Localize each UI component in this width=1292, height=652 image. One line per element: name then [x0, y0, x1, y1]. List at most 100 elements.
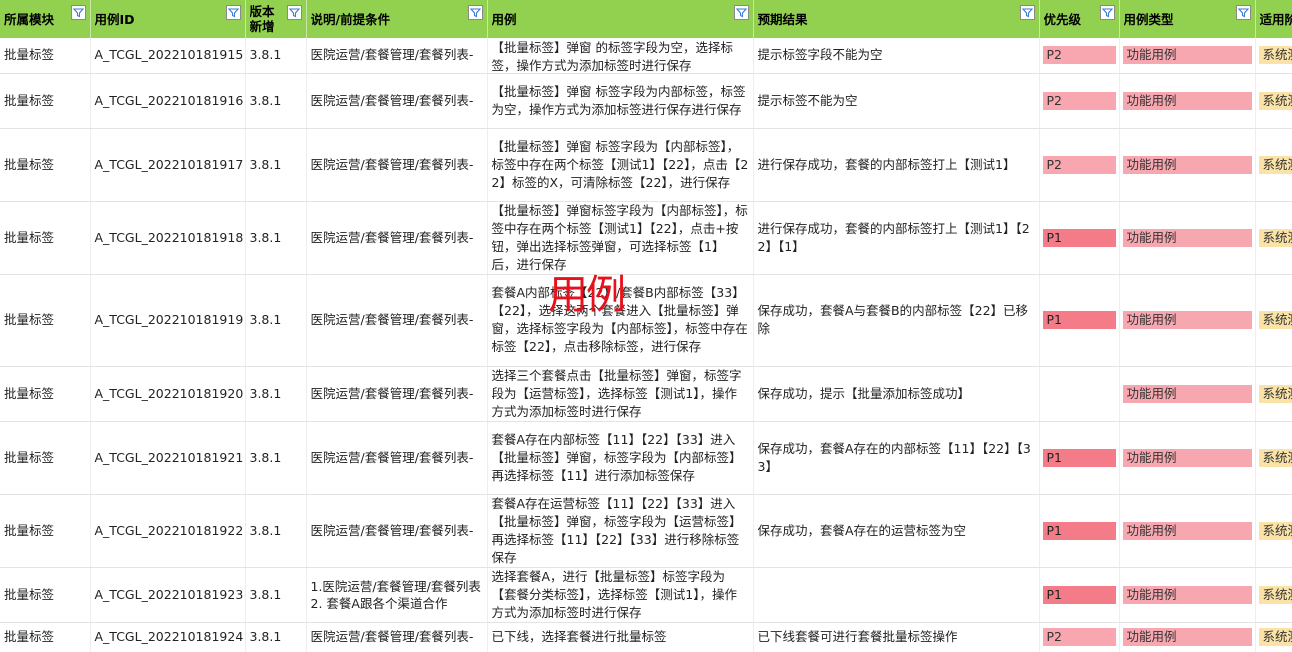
cell-case[interactable]: 套餐A存在运营标签【11】【22】【33】进入【批量标签】弹窗，标签字段为【运营… [487, 494, 754, 568]
cell-priority[interactable]: P1 [1039, 494, 1120, 568]
cell-module[interactable]: 批量标签 [0, 73, 91, 129]
cell-priority[interactable]: P1 [1039, 201, 1120, 275]
cell-type[interactable]: 功能用例 [1119, 128, 1256, 202]
table-row[interactable]: 批量标签 A_TCGL_202210181921 3.8.1 医院运营/套餐管理/套餐… [0, 421, 1292, 495]
cell-expected[interactable]: 提示标签不能为空 [753, 73, 1040, 129]
cell-case-id[interactable]: A_TCGL_202210181919 [90, 274, 246, 367]
cell-case-id[interactable]: A_TCGL_202210181920 [90, 366, 246, 422]
cell-expected[interactable]: 保存成功，提示【批量添加标签成功】 [753, 366, 1040, 422]
cell-type[interactable]: 功能用例 [1119, 274, 1256, 367]
filter-icon[interactable] [467, 5, 483, 20]
cell-precondition[interactable]: 医院运营/套餐管理/套餐列表- [306, 622, 488, 652]
cell-version[interactable]: 3.8.1 [245, 38, 307, 74]
cell-precondition[interactable]: 医院运营/套餐管理/套餐列表- [306, 38, 488, 74]
cell-version[interactable]: 3.8.1 [245, 622, 307, 652]
cell-priority[interactable]: P1 [1039, 421, 1120, 495]
table-row[interactable]: 批量标签 A_TCGL_202210181920 3.8.1 医院运营/套餐管理/套餐… [0, 366, 1292, 422]
cell-version[interactable]: 3.8.1 [245, 567, 307, 623]
cell-type[interactable]: 功能用例 [1119, 494, 1256, 568]
cell-stage[interactable]: 系统测试 [1255, 201, 1292, 275]
filter-icon[interactable] [1235, 5, 1251, 20]
cell-module[interactable]: 批量标签 [0, 421, 91, 495]
cell-version[interactable]: 3.8.1 [245, 201, 307, 275]
table-row[interactable]: 批量标签 A_TCGL_202210181915 3.8.1 医院运营/套餐管理/套餐… [0, 38, 1292, 74]
cell-module[interactable]: 批量标签 [0, 622, 91, 652]
cell-precondition[interactable]: 医院运营/套餐管理/套餐列表- [306, 366, 488, 422]
table-row[interactable]: 批量标签 A_TCGL_202210181918 3.8.1 医院运营/套餐管理/套餐… [0, 201, 1292, 275]
cell-version[interactable]: 3.8.1 [245, 366, 307, 422]
table-row[interactable]: 批量标签 A_TCGL_202210181919 3.8.1 医院运营/套餐管理/套餐… [0, 274, 1292, 367]
cell-version[interactable]: 3.8.1 [245, 128, 307, 202]
cell-priority[interactable]: P2 [1039, 73, 1120, 129]
cell-expected[interactable]: 已下线套餐可进行套餐批量标签操作 [753, 622, 1040, 652]
filter-icon[interactable] [1019, 5, 1035, 20]
cell-priority[interactable]: P2 [1039, 128, 1120, 202]
cell-stage[interactable]: 系统测试 [1255, 622, 1292, 652]
cell-type[interactable]: 功能用例 [1119, 622, 1256, 652]
cell-precondition[interactable]: 医院运营/套餐管理/套餐列表- [306, 73, 488, 129]
cell-case-id[interactable]: A_TCGL_202210181924 [90, 622, 246, 652]
cell-priority[interactable]: P1 [1039, 567, 1120, 623]
cell-case[interactable]: 套餐A存在内部标签【11】【22】【33】进入【批量标签】弹窗，标签字段为【内部… [487, 421, 754, 495]
cell-case-id[interactable]: A_TCGL_202210181916 [90, 73, 246, 129]
cell-case[interactable]: 选择三个套餐点击【批量标签】弹窗，标签字段为【运营标签】，选择标签【测试1】，操… [487, 366, 754, 422]
table-row[interactable]: 批量标签 A_TCGL_202210181916 3.8.1 医院运营/套餐管理/套餐… [0, 73, 1292, 129]
cell-case-id[interactable]: A_TCGL_202210181915 [90, 38, 246, 74]
cell-module[interactable]: 批量标签 [0, 366, 91, 422]
filter-icon[interactable] [286, 5, 302, 20]
cell-case-id[interactable]: A_TCGL_202210181917 [90, 128, 246, 202]
cell-stage[interactable]: 系统测试 [1255, 274, 1292, 367]
cell-expected[interactable]: 保存成功，套餐A存在的运营标签为空 [753, 494, 1040, 568]
cell-type[interactable]: 功能用例 [1119, 201, 1256, 275]
cell-precondition[interactable]: 医院运营/套餐管理/套餐列表- [306, 421, 488, 495]
cell-priority[interactable]: P1 [1039, 274, 1120, 367]
cell-stage[interactable]: 系统测试 [1255, 38, 1292, 74]
cell-expected[interactable]: 进行保存成功，套餐的内部标签打上【测试1】 [753, 128, 1040, 202]
cell-case[interactable]: 【批量标签】弹窗 标签字段为【内部标签】，标签中存在两个标签【测试1】【22】，… [487, 128, 754, 202]
table-row[interactable]: 批量标签 A_TCGL_202210181923 3.8.1 1.医院运营/套餐管理/… [0, 567, 1292, 623]
cell-stage[interactable]: 系统测试 [1255, 494, 1292, 568]
cell-version[interactable]: 3.8.1 [245, 73, 307, 129]
filter-icon[interactable] [733, 5, 749, 20]
cell-precondition[interactable]: 医院运营/套餐管理/套餐列表- [306, 201, 488, 275]
cell-module[interactable]: 批量标签 [0, 128, 91, 202]
cell-version[interactable]: 3.8.1 [245, 494, 307, 568]
cell-module[interactable]: 批量标签 [0, 274, 91, 367]
cell-version[interactable]: 3.8.1 [245, 274, 307, 367]
cell-type[interactable]: 功能用例 [1119, 366, 1256, 422]
cell-case-id[interactable]: A_TCGL_202210181921 [90, 421, 246, 495]
cell-case[interactable]: 已下线，选择套餐进行批量标签 [487, 622, 754, 652]
cell-stage[interactable]: 系统测试 [1255, 421, 1292, 495]
table-row[interactable]: 批量标签 A_TCGL_202210181922 3.8.1 医院运营/套餐管理/套餐… [0, 494, 1292, 568]
cell-priority[interactable] [1039, 366, 1120, 422]
cell-case[interactable]: 【批量标签】弹窗标签字段为【内部标签】，标签中存在两个标签【测试1】【22】，点… [487, 201, 754, 275]
filter-icon[interactable] [225, 5, 241, 20]
cell-module[interactable]: 批量标签 [0, 494, 91, 568]
cell-module[interactable]: 批量标签 [0, 567, 91, 623]
cell-stage[interactable]: 系统测试 [1255, 128, 1292, 202]
cell-type[interactable]: 功能用例 [1119, 38, 1256, 74]
cell-expected[interactable] [753, 567, 1040, 623]
cell-case-id[interactable]: A_TCGL_202210181922 [90, 494, 246, 568]
table-row[interactable]: 批量标签 A_TCGL_202210181917 3.8.1 医院运营/套餐管理/套餐… [0, 128, 1292, 202]
cell-case[interactable]: 【批量标签】弹窗 的标签字段为空，选择标签，操作方式为添加标签时进行保存 [487, 38, 754, 74]
cell-module[interactable]: 批量标签 [0, 38, 91, 74]
cell-case[interactable]: 套餐A内部标签【22】/套餐B内部标签【33】【22】，选择这两个套餐进入【批量… [487, 274, 754, 367]
cell-stage[interactable]: 系统测试 [1255, 366, 1292, 422]
cell-version[interactable]: 3.8.1 [245, 421, 307, 495]
cell-module[interactable]: 批量标签 [0, 201, 91, 275]
cell-precondition[interactable]: 医院运营/套餐管理/套餐列表- [306, 494, 488, 568]
cell-expected[interactable]: 保存成功，套餐A存在的内部标签【11】【22】【33】 [753, 421, 1040, 495]
cell-precondition[interactable]: 医院运营/套餐管理/套餐列表- [306, 274, 488, 367]
cell-expected[interactable]: 进行保存成功，套餐的内部标签打上【测试1】【22】【1】 [753, 201, 1040, 275]
cell-priority[interactable]: P2 [1039, 38, 1120, 74]
filter-icon[interactable] [1099, 5, 1115, 20]
cell-stage[interactable]: 系统测试 [1255, 73, 1292, 129]
cell-type[interactable]: 功能用例 [1119, 73, 1256, 129]
cell-case[interactable]: 选择套餐A，进行【批量标签】标签字段为【套餐分类标签】，选择标签【测试1】，操作… [487, 567, 754, 623]
cell-type[interactable]: 功能用例 [1119, 567, 1256, 623]
cell-type[interactable]: 功能用例 [1119, 421, 1256, 495]
cell-case-id[interactable]: A_TCGL_202210181923 [90, 567, 246, 623]
cell-priority[interactable]: P2 [1039, 622, 1120, 652]
cell-precondition[interactable]: 1.医院运营/套餐管理/套餐列表 2. 套餐A跟各个渠道合作 [306, 567, 488, 623]
